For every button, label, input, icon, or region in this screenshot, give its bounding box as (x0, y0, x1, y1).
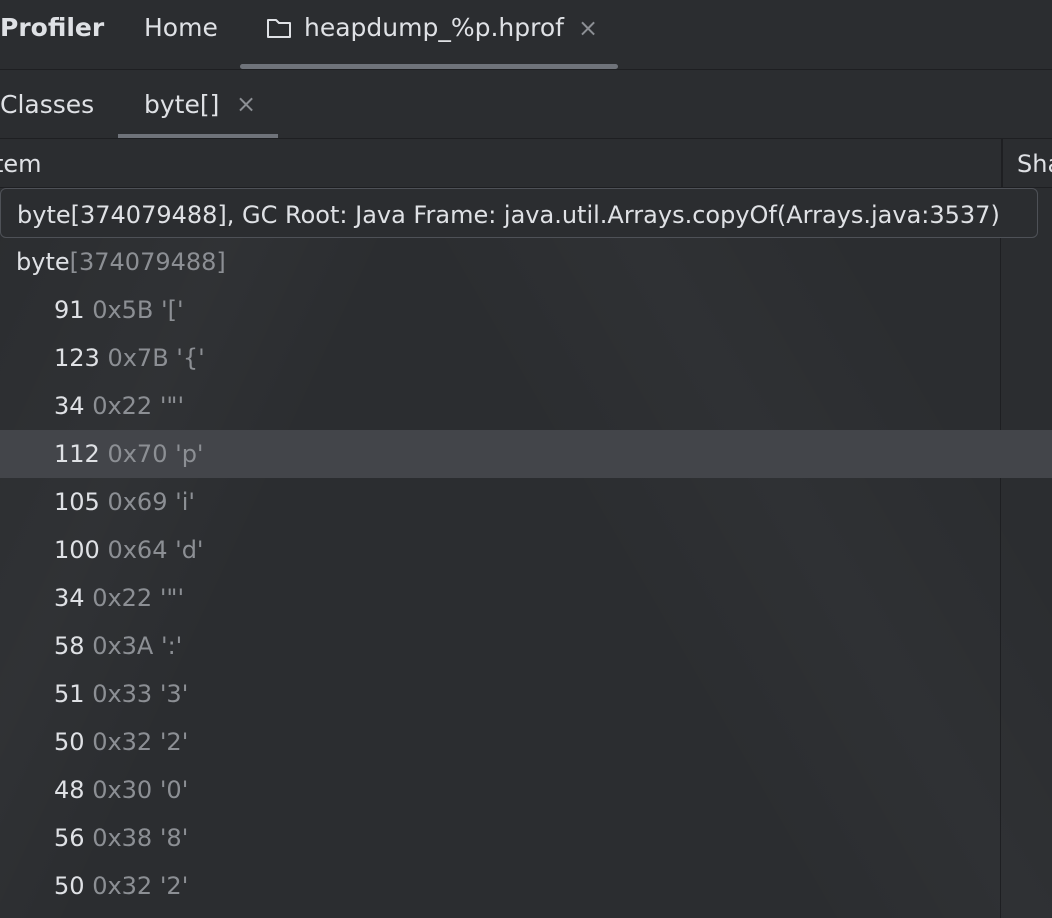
byte-detail: 0x5B '[' (92, 296, 184, 324)
tab-heapdump-label: heapdump_%p.hprof (304, 13, 564, 42)
tab-classes[interactable]: Classes (0, 90, 94, 119)
gc-root-tooltip: byte[374079488], GC Root: Java Frame: ja… (0, 188, 1038, 238)
table-row[interactable]: 48 0x30 '0' (0, 766, 1052, 814)
table-row[interactable]: 91 0x5B '[' (0, 286, 1052, 334)
table-row[interactable]: 50 0x32 '2' (0, 862, 1052, 910)
byte-value: 34 (54, 584, 85, 612)
byte-detail: 0x64 'd' (107, 536, 204, 564)
table-row[interactable]: 105 0x69 'i' (0, 478, 1052, 526)
byte-detail: 0x33 '3' (92, 680, 189, 708)
table-row[interactable]: 100 0x64 'd' (0, 526, 1052, 574)
active-tab-indicator (240, 64, 618, 69)
table-row-selected[interactable]: 112 0x70 'p' (0, 430, 1052, 478)
column-resize-handle[interactable] (1001, 139, 1003, 187)
column-header-shallow[interactable]: Sha (1017, 150, 1052, 178)
byte-detail: 0x30 '0' (92, 776, 189, 804)
close-icon[interactable]: × (236, 90, 256, 118)
table-row[interactable]: 51 0x33 '3' (0, 670, 1052, 718)
table-header: tem Sha (0, 139, 1052, 188)
byte-value: 112 (54, 440, 100, 468)
table-row[interactable]: 123 0x7B '{' (0, 334, 1052, 382)
tooltip-type: byte (17, 201, 71, 229)
table-row[interactable]: 34 0x22 '"' (0, 382, 1052, 430)
byte-value: 51 (54, 680, 85, 708)
tooltip-detail: [374079488], GC Root: Java Frame: java.u… (70, 201, 1000, 229)
byte-detail: 0x32 '2' (92, 728, 189, 756)
byte-value: 50 (54, 872, 85, 900)
byte-value: 34 (54, 392, 85, 420)
byte-detail: 0x7B '{' (107, 344, 205, 372)
table-row[interactable]: 50 0x32 '2' (0, 718, 1052, 766)
byte-value: 100 (54, 536, 100, 564)
close-icon[interactable]: × (578, 14, 598, 42)
column-header-item[interactable]: tem (0, 150, 42, 178)
heapdump-tab-bar: Classes byte[] × (0, 70, 1052, 139)
byte-value: 105 (54, 488, 100, 516)
byte-detail: 0x3A ':' (92, 632, 183, 660)
byte-detail: 0x38 '8' (92, 824, 189, 852)
tab-byte-array[interactable]: byte[] × (118, 70, 278, 138)
tab-heapdump[interactable]: heapdump_%p.hprof × (240, 0, 618, 69)
instance-tree: byte[374079488], GC Root: Java Frame: ja… (0, 188, 1052, 918)
byte-value: 123 (54, 344, 100, 372)
folder-icon (267, 19, 291, 38)
byte-detail: 0x22 '"' (92, 584, 185, 612)
byte-value: 56 (54, 824, 85, 852)
byte-detail: 0x69 'i' (107, 488, 195, 516)
table-row[interactable]: 56 0x38 '8' (0, 814, 1052, 862)
byte-value: 91 (54, 296, 85, 324)
tab-home[interactable]: Home (144, 13, 218, 42)
byte-detail: 0x70 'p' (107, 440, 204, 468)
tab-byte-array-label: byte[] (144, 90, 220, 119)
toolwindow-title: Profiler (0, 13, 105, 42)
byte-value: 48 (54, 776, 85, 804)
table-row[interactable]: 34 0x22 '"' (0, 574, 1052, 622)
root-length: [374079488] (69, 248, 226, 276)
toolwindow-tab-bar: Profiler Home heapdump_%p.hprof × (0, 0, 1052, 70)
active-tab-indicator (118, 134, 278, 138)
root-type: byte (16, 248, 70, 276)
tree-root-row[interactable]: byte[374079488] (0, 238, 1052, 286)
byte-value: 58 (54, 632, 85, 660)
table-row[interactable]: 58 0x3A ':' (0, 622, 1052, 670)
byte-detail: 0x22 '"' (92, 392, 185, 420)
byte-detail: 0x32 '2' (92, 872, 189, 900)
profiler-window: Profiler Home heapdump_%p.hprof × Classe… (0, 0, 1052, 918)
byte-value: 50 (54, 728, 85, 756)
